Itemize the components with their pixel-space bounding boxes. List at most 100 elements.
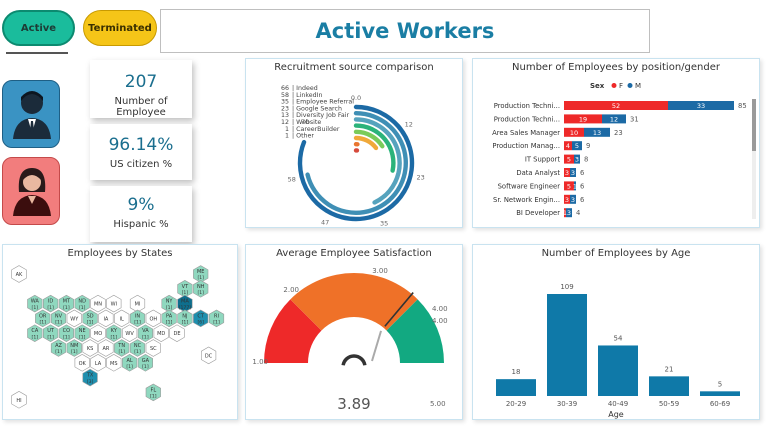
position-label: Production Techni... — [494, 102, 560, 110]
state-count: [3] — [87, 379, 94, 385]
male-value: 3 — [571, 196, 575, 204]
state-count: [6] — [197, 320, 204, 326]
state-count: [1] — [166, 320, 173, 326]
satisfaction-panel: Average Employee Satisfaction 1.00 2.00 3.… — [245, 244, 463, 420]
position-gender-chart: Sex F MProduction Techni... 52 33 85Productio… — [492, 82, 747, 218]
state-code: DE — [173, 331, 180, 337]
state-count: [1] — [213, 320, 220, 326]
legend-title: Sex — [590, 82, 605, 90]
male-value: 3 — [571, 169, 575, 177]
age-bar — [598, 345, 638, 396]
state-count: [1] — [142, 334, 149, 340]
legend-female-label: F — [619, 82, 623, 90]
total-value: 6 — [580, 196, 584, 204]
age-category-label: 50-59 — [659, 400, 679, 408]
radial-axis-label: 47 — [321, 218, 329, 226]
state-code: NC — [134, 343, 142, 349]
female-avatar-tile[interactable] — [2, 157, 60, 225]
state-code: SC — [150, 346, 157, 352]
gauge-tick-label: 4.00 — [432, 305, 448, 313]
state-code: VA — [142, 328, 149, 334]
state-count: [1] — [47, 334, 54, 340]
state-code: MN — [94, 302, 102, 308]
state-code: SD — [87, 313, 94, 319]
state-code: TX — [86, 373, 94, 379]
radial-axis-label: 35 — [380, 220, 388, 227]
state-code: CT — [197, 313, 204, 319]
position-label: Area Sales Manager — [492, 129, 560, 137]
state-code: RI — [214, 313, 219, 319]
kpi-employee-count: 207 Number of Employee — [90, 60, 192, 118]
state-code: CA — [31, 328, 38, 334]
male-avatar-tile[interactable] — [2, 80, 60, 148]
state-count: [1] — [32, 334, 39, 340]
male-value: 12 — [610, 115, 618, 123]
state-count: [1] — [111, 334, 118, 340]
terminated-filter-label: Terminated — [88, 22, 152, 34]
state-code: MO — [94, 331, 102, 337]
legend-male-dot — [627, 83, 633, 88]
kpi-us-citizen: 96.14% US citizen % — [90, 124, 192, 180]
active-filter-button[interactable]: Active — [2, 10, 75, 46]
kpi-label: US citizen % — [109, 159, 173, 170]
state-code: GA — [142, 358, 150, 364]
state-code: MA — [181, 299, 189, 305]
kpi-value: 207 — [124, 72, 158, 92]
total-value: 23 — [614, 129, 623, 137]
radial-axis-label: 12 — [405, 120, 413, 128]
radial-legend-count: 1 — [285, 133, 289, 140]
chart-scrollbar[interactable] — [752, 99, 756, 219]
state-count: [1] — [118, 349, 125, 355]
state-count: [1] — [63, 305, 70, 311]
recruitment-source-panel: Recruitment source comparison 0.0 12 23 35 4… — [245, 58, 463, 228]
position-label: Production Manag... — [492, 142, 560, 150]
state-count: [1] — [47, 305, 54, 311]
age-bar-value: 18 — [512, 368, 521, 376]
age-axis-label: Age — [608, 410, 624, 419]
gauge-needle — [371, 330, 382, 362]
female-value: 5 — [567, 182, 571, 190]
state-code: NE — [79, 328, 86, 334]
terminated-filter-button[interactable]: Terminated — [83, 10, 157, 46]
state-code: WI — [111, 302, 117, 308]
position-label: Data Analyst — [516, 169, 560, 177]
gauge-value: 3.89 — [337, 395, 370, 413]
gauge-tick-label: 5.00 — [430, 400, 446, 408]
male-value: 13 — [593, 129, 601, 137]
age-category-label: 30-39 — [557, 400, 577, 408]
female-user-icon — [13, 168, 51, 216]
active-filter-label: Active — [20, 22, 57, 34]
position-gender-panel: Number of Employees by position/gender S… — [472, 58, 760, 228]
state-code: OR — [39, 313, 47, 319]
state-code: UT — [47, 328, 55, 334]
state-count: [1] — [182, 320, 189, 326]
female-value: 3 — [565, 169, 569, 177]
state-code: WV — [125, 331, 134, 337]
gauge-tick-label: 2.00 — [283, 286, 299, 294]
state-code: MD — [157, 331, 165, 337]
kpi-label: Hispanic % — [113, 219, 169, 230]
state-code: NJ — [182, 313, 187, 319]
state-code: PA — [166, 313, 173, 319]
position-label: Production Techni... — [494, 115, 560, 123]
state-code: ME — [197, 269, 204, 275]
state-code: IN — [135, 313, 140, 319]
state-code: NV — [55, 313, 63, 319]
age-panel: Number of Employees by Age 18 20-29 109 30-… — [472, 244, 760, 420]
scrollbar-thumb[interactable] — [752, 99, 756, 151]
state-code: VT — [182, 284, 189, 290]
male-value: 3 — [575, 156, 579, 164]
age-bar — [700, 391, 740, 396]
state-code: WA — [31, 299, 40, 305]
active-underline — [6, 52, 68, 54]
dashboard-title: Active Workers — [315, 19, 495, 43]
kpi-label: Number of Employee — [114, 96, 168, 118]
male-value: 3 — [567, 209, 571, 217]
state-count: [1] — [134, 320, 141, 326]
age-bar-value: 109 — [560, 283, 573, 291]
state-code: OK — [79, 361, 87, 367]
position-label: IT Support — [525, 156, 561, 164]
position-label: BI Developer — [516, 209, 560, 217]
total-value: 9 — [586, 142, 590, 150]
state-code: AL — [126, 358, 132, 364]
